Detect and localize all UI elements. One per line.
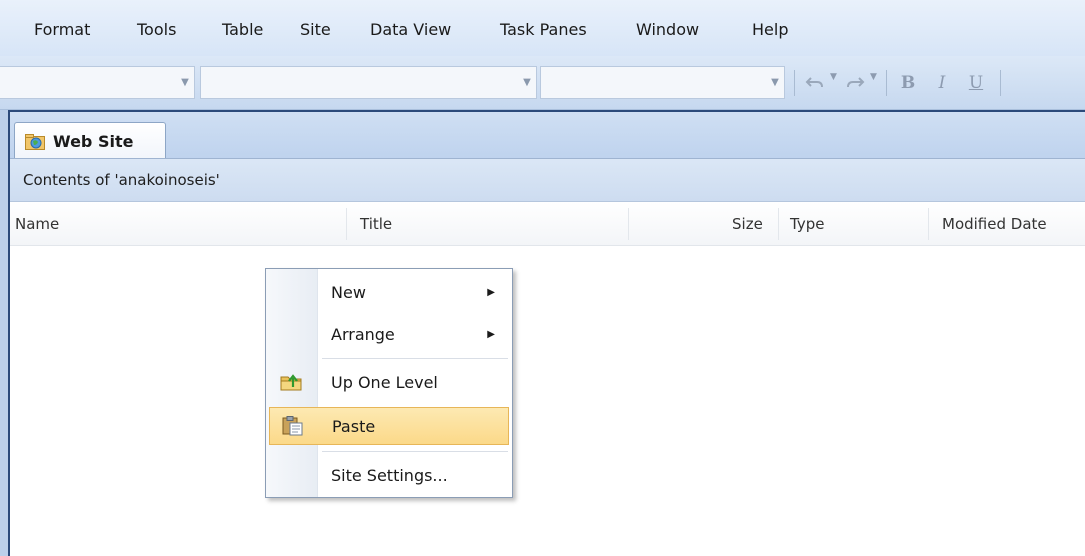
- context-menu-label: Up One Level: [331, 372, 438, 392]
- menu-tools[interactable]: Tools: [137, 20, 176, 39]
- chevron-down-icon[interactable]: ▼: [177, 68, 193, 97]
- undo-dropdown-icon[interactable]: ▼: [830, 72, 837, 82]
- italic-icon[interactable]: I: [928, 69, 956, 97]
- chevron-down-icon[interactable]: ▼: [767, 68, 783, 97]
- menu-task-panes[interactable]: Task Panes: [500, 20, 587, 39]
- column-header-name[interactable]: Name: [15, 202, 59, 246]
- paste-icon: [281, 416, 305, 436]
- chevron-down-icon[interactable]: ▼: [519, 68, 535, 97]
- context-menu-site-settings[interactable]: Site Settings...: [269, 456, 509, 494]
- context-menu-label: Site Settings...: [331, 465, 448, 485]
- menu-help[interactable]: Help: [752, 20, 788, 39]
- toolbar-separator: [1000, 70, 1001, 96]
- context-menu-up-one-level[interactable]: Up One Level: [269, 363, 509, 401]
- toolbar-separator: [794, 70, 795, 96]
- context-menu: New ▶ Arrange ▶ Up One Level Paste Site …: [265, 268, 513, 498]
- menu-site[interactable]: Site: [300, 20, 331, 39]
- size-combo[interactable]: ▼: [540, 66, 785, 99]
- submenu-arrow-icon: ▶: [487, 328, 495, 340]
- context-menu-separator: [322, 451, 508, 452]
- context-menu-separator: [322, 358, 508, 359]
- menu-table[interactable]: Table: [222, 20, 263, 39]
- tab-label: Web Site: [53, 132, 134, 151]
- file-list-header: Name Title Size Type Modified Date: [10, 202, 1085, 246]
- toolbar-separator: [886, 70, 887, 96]
- website-icon: [25, 133, 45, 150]
- context-menu-label: New: [331, 282, 366, 302]
- column-header-size[interactable]: Size: [732, 202, 763, 246]
- menu-window[interactable]: Window: [636, 20, 699, 39]
- column-divider[interactable]: [628, 208, 629, 240]
- menu-format[interactable]: Format: [34, 20, 90, 39]
- folder-up-icon: [280, 372, 304, 392]
- redo-icon[interactable]: [842, 69, 868, 97]
- tab-web-site[interactable]: Web Site: [14, 122, 166, 160]
- undo-icon[interactable]: [802, 69, 828, 97]
- context-menu-arrange[interactable]: Arrange ▶: [269, 315, 509, 353]
- contents-label: Contents of 'anakoinoseis': [23, 171, 220, 189]
- document-tab-strip: Web Site: [10, 110, 1085, 160]
- bold-icon[interactable]: B: [894, 69, 922, 97]
- contents-path-bar: Contents of 'anakoinoseis': [10, 158, 1085, 202]
- font-combo[interactable]: ▼: [200, 66, 537, 99]
- submenu-arrow-icon: ▶: [487, 286, 495, 298]
- window-frame: [0, 110, 8, 556]
- column-header-type[interactable]: Type: [790, 202, 824, 246]
- menu-bar: Format Tools Table Site Data View Task P…: [0, 0, 1085, 56]
- context-menu-paste[interactable]: Paste: [269, 407, 509, 445]
- context-menu-label: Arrange: [331, 324, 395, 344]
- context-menu-new[interactable]: New ▶: [269, 273, 509, 311]
- context-menu-label: Paste: [332, 416, 376, 436]
- column-divider[interactable]: [778, 208, 779, 240]
- column-header-modified-date[interactable]: Modified Date: [942, 202, 1047, 246]
- underline-icon[interactable]: U: [962, 69, 990, 97]
- menu-data-view[interactable]: Data View: [370, 20, 451, 39]
- column-header-title[interactable]: Title: [360, 202, 392, 246]
- formatting-toolbar: ▼ ▼ ▼ ▼ ▼ B I U: [0, 56, 1085, 110]
- column-divider[interactable]: [346, 208, 347, 240]
- style-combo[interactable]: ▼: [0, 66, 195, 99]
- redo-dropdown-icon[interactable]: ▼: [870, 72, 877, 82]
- column-divider[interactable]: [928, 208, 929, 240]
